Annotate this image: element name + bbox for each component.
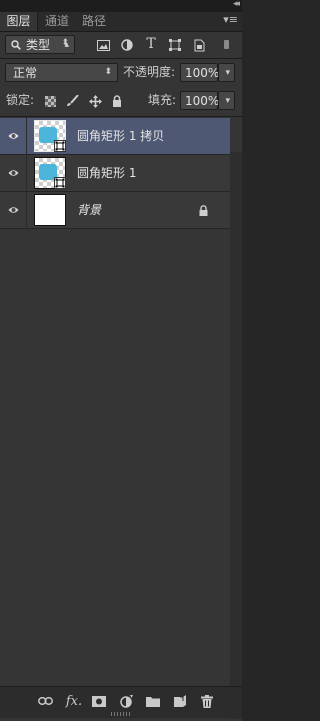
filter-kind-label: 类型 — [26, 38, 51, 52]
filter-kind-select[interactable]: 类型 ▴ ⬍ — [5, 35, 75, 54]
opacity-input[interactable]: 100% — [180, 63, 219, 82]
tab-paths[interactable]: 路径 — [77, 12, 111, 31]
panel-tabs: 图层 通道 路径 ▾≡ — [0, 12, 242, 32]
filter-row: 类型 ▴ ⬍ T — [0, 32, 242, 57]
lock-position-icon[interactable] — [87, 93, 103, 109]
layer-name[interactable]: 圆角矩形 1 — [77, 155, 136, 192]
layers-panel: 类型 ▴ ⬍ T 正常 ⬍ 不透明度: 100% ▾ 锁定: 填充: 100% … — [0, 32, 242, 721]
filter-toggle-switch — [224, 40, 229, 49]
lock-icon — [199, 205, 208, 216]
eye-icon — [8, 170, 19, 176]
add-mask-icon[interactable] — [91, 694, 107, 708]
panel-menu-icon[interactable]: ▾≡ — [223, 13, 238, 26]
search-icon — [11, 40, 21, 50]
vector-shape-icon — [54, 140, 66, 152]
divider — [0, 58, 242, 59]
layer-row[interactable]: 圆角矩形 1 拷贝 — [0, 118, 230, 155]
collapse-panel-button[interactable]: ◂◂ — [233, 0, 240, 9]
lock-label: 锁定: — [6, 93, 35, 107]
adjustment-filter-icon[interactable] — [119, 37, 135, 53]
text-filter-icon[interactable]: T — [143, 36, 159, 52]
filter-toggle[interactable] — [219, 35, 233, 54]
layers-toolbar: fx. — [0, 686, 242, 718]
tab-channels[interactable]: 通道 — [40, 12, 74, 31]
link-layers-icon[interactable] — [37, 694, 53, 708]
layer-name[interactable]: 背景 — [77, 192, 101, 229]
fill-dropdown-button[interactable]: ▾ — [218, 91, 235, 110]
blend-mode-select[interactable]: 正常 ⬍ — [5, 63, 118, 82]
fill-label: 填充: — [148, 93, 177, 107]
select-arrows-icon: ⬍ — [61, 38, 69, 48]
visibility-toggle[interactable] — [0, 118, 27, 155]
tab-layers[interactable]: 图层 — [0, 12, 38, 31]
vector-shape-icon — [54, 177, 66, 189]
image-filter-icon[interactable] — [95, 37, 111, 53]
new-layer-icon[interactable] — [172, 694, 188, 708]
smart-object-filter-icon[interactable] — [191, 37, 207, 53]
blend-mode-value: 正常 — [13, 66, 38, 80]
delete-layer-icon[interactable] — [199, 694, 215, 708]
layers-scrollbar[interactable] — [230, 152, 242, 719]
lock-image-pixels-icon[interactable] — [64, 93, 80, 109]
blend-row: 正常 ⬍ 不透明度: 100% ▾ — [0, 60, 242, 85]
layer-thumbnail — [34, 157, 66, 189]
opacity-dropdown-button[interactable]: ▾ — [218, 63, 235, 82]
lock-all-icon[interactable] — [109, 93, 125, 109]
visibility-toggle[interactable] — [0, 155, 27, 192]
fill-input[interactable]: 100% — [180, 91, 219, 110]
lock-transparent-pixels-icon[interactable] — [42, 93, 58, 109]
fx-icon[interactable]: fx. — [64, 694, 84, 709]
shape-filter-icon[interactable] — [167, 37, 183, 53]
visibility-toggle[interactable] — [0, 192, 27, 229]
new-group-icon[interactable] — [145, 694, 161, 708]
eye-icon — [8, 133, 19, 139]
resize-grip[interactable] — [111, 712, 131, 716]
layer-thumbnail — [34, 120, 66, 152]
adjustment-layer-icon[interactable] — [118, 694, 134, 708]
divider — [0, 116, 242, 117]
chevron-down-icon: ▾ — [225, 96, 230, 106]
chevron-down-icon: ▾ — [225, 68, 230, 78]
panel-topbar: ◂◂ — [0, 0, 242, 12]
layer-name[interactable]: 圆角矩形 1 拷贝 — [77, 118, 164, 155]
layer-row[interactable]: 圆角矩形 1 — [0, 155, 230, 192]
select-arrows-icon: ⬍ — [104, 67, 112, 77]
lock-row: 锁定: 填充: 100% ▾ — [0, 88, 242, 113]
layer-row[interactable]: 背景 — [0, 192, 230, 229]
eye-icon — [8, 207, 19, 213]
layer-thumbnail — [34, 194, 66, 226]
opacity-label: 不透明度: — [123, 65, 176, 79]
